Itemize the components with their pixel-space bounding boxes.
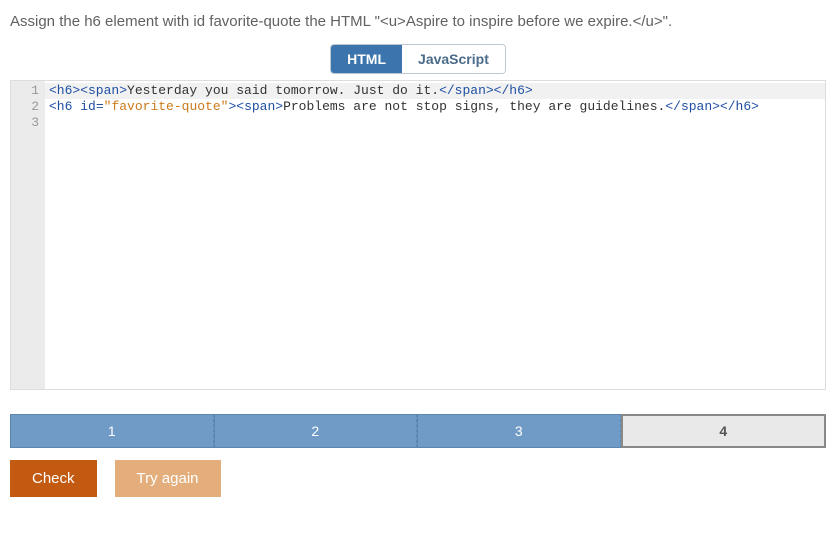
step-1[interactable]: 1 [10,414,214,448]
tab-javascript[interactable]: JavaScript [402,45,505,73]
progress-steps: 1234 [10,414,826,448]
step-3[interactable]: 3 [417,414,621,448]
check-button[interactable]: Check [10,460,97,497]
instructions-text: Assign the h6 element with id favorite-q… [10,12,826,32]
line-gutter: 123 [11,81,45,389]
code-editor[interactable]: 123 <h6><span>Yesterday you said tomorro… [10,80,826,390]
editor-tabs: HTML JavaScript [10,44,826,74]
line-number: 3 [11,115,39,131]
line-number: 2 [11,99,39,115]
code-line[interactable]: <h6><span>Yesterday you said tomorrow. J… [45,83,825,99]
line-number: 1 [11,83,39,99]
code-line[interactable]: <h6 id="favorite-quote"><span>Problems a… [45,99,825,115]
step-2[interactable]: 2 [214,414,418,448]
code-line[interactable] [45,115,825,131]
step-4[interactable]: 4 [621,414,827,448]
try-again-button[interactable]: Try again [115,460,221,497]
code-area[interactable]: <h6><span>Yesterday you said tomorrow. J… [45,81,825,389]
tab-html[interactable]: HTML [331,45,402,73]
